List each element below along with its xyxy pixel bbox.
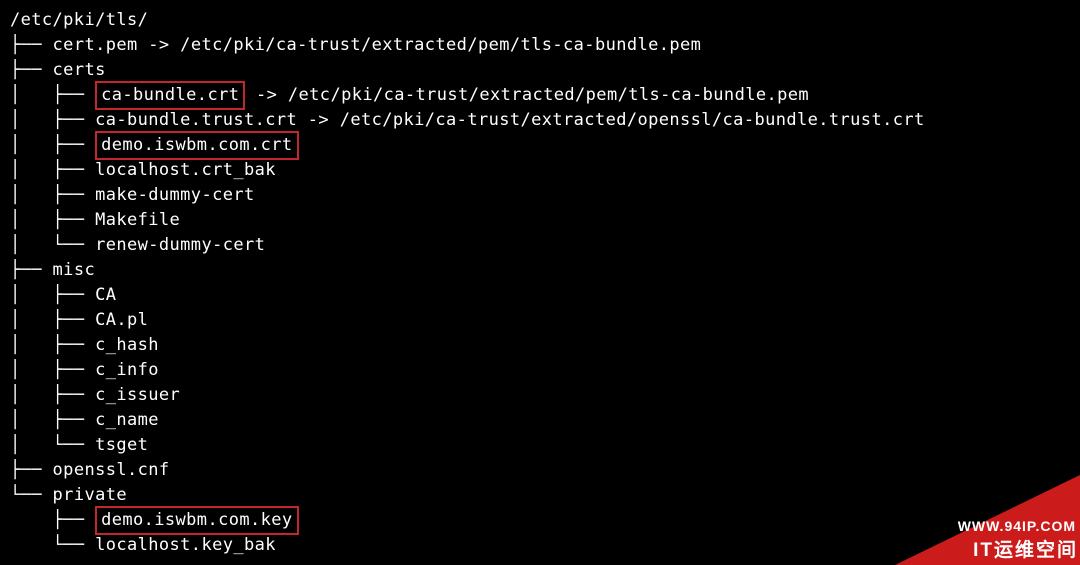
tree-line: ├── demo.iswbm.com.key <box>10 508 1080 533</box>
tree-prefix: │ ├── <box>10 335 95 355</box>
tree-filename: demo.iswbm.com.crt <box>95 131 298 160</box>
tree-line: │ ├── ca-bundle.crt -> /etc/pki/ca-trust… <box>10 83 1080 108</box>
tree-prefix: │ ├── <box>10 135 95 155</box>
tree-prefix: │ ├── <box>10 310 95 330</box>
tree-line: │ ├── make-dummy-cert <box>10 183 1080 208</box>
tree-line: │ ├── ca-bundle.trust.crt -> /etc/pki/ca… <box>10 108 1080 133</box>
tree-filename: misc <box>53 260 96 280</box>
tree-line: /etc/pki/tls/ <box>10 8 1080 33</box>
tree-line: ├── misc <box>10 258 1080 283</box>
tree-filename: c_info <box>95 360 159 380</box>
tree-filename: localhost.crt_bak <box>95 160 276 180</box>
tree-prefix: │ ├── <box>10 110 95 130</box>
tree-filename: openssl.cnf <box>53 460 170 480</box>
tree-filename: certs <box>53 60 106 80</box>
tree-line: │ ├── demo.iswbm.com.crt <box>10 133 1080 158</box>
tree-line: │ └── renew-dummy-cert <box>10 233 1080 258</box>
tree-prefix: │ ├── <box>10 185 95 205</box>
tree-filename: ca-bundle.trust.crt <box>95 110 297 130</box>
tree-line: │ ├── CA.pl <box>10 308 1080 333</box>
tree-prefix: │ └── <box>10 235 95 255</box>
tree-filename: CA <box>95 285 116 305</box>
tree-line: └── localhost.key_bak <box>10 533 1080 558</box>
tree-line: ├── openssl.cnf <box>10 458 1080 483</box>
tree-line: ├── cert.pem -> /etc/pki/ca-trust/extrac… <box>10 33 1080 58</box>
tree-line: │ ├── c_issuer <box>10 383 1080 408</box>
tree-prefix: │ ├── <box>10 410 95 430</box>
tree-prefix: ├── <box>10 460 53 480</box>
tree-line: │ └── tsget <box>10 433 1080 458</box>
tree-prefix: │ ├── <box>10 210 95 230</box>
tree-line: ├── certs <box>10 58 1080 83</box>
tree-prefix: ├── <box>10 510 95 530</box>
tree-prefix: └── <box>10 535 95 555</box>
tree-filename: localhost.key_bak <box>95 535 276 555</box>
tree-line: │ ├── CA <box>10 283 1080 308</box>
tree-prefix: │ ├── <box>10 160 95 180</box>
tree-filename: c_issuer <box>95 385 180 405</box>
tree-filename: tsget <box>95 435 148 455</box>
tree-prefix: ├── <box>10 35 53 55</box>
tree-filename: CA.pl <box>95 310 148 330</box>
tree-prefix: ├── <box>10 260 53 280</box>
tree-link-target: -> /etc/pki/ca-trust/extracted/openssl/c… <box>297 110 924 130</box>
tree-line: │ ├── Makefile <box>10 208 1080 233</box>
tree-line: │ ├── c_info <box>10 358 1080 383</box>
tree-filename: cert.pem <box>53 35 138 55</box>
tree-filename: Makefile <box>95 210 180 230</box>
tree-filename: make-dummy-cert <box>95 185 255 205</box>
tree-filename: c_name <box>95 410 159 430</box>
tree-filename: private <box>53 485 127 505</box>
tree-filename: /etc/pki/tls/ <box>10 10 148 30</box>
tree-filename: demo.iswbm.com.key <box>95 506 298 535</box>
tree-line: │ ├── localhost.crt_bak <box>10 158 1080 183</box>
tree-link-target: -> /etc/pki/ca-trust/extracted/pem/tls-c… <box>138 35 702 55</box>
tree-filename: renew-dummy-cert <box>95 235 265 255</box>
tree-prefix: └── <box>10 485 53 505</box>
tree-prefix: │ ├── <box>10 360 95 380</box>
tree-link-target: -> /etc/pki/ca-trust/extracted/pem/tls-c… <box>245 85 809 105</box>
tree-line: │ ├── c_hash <box>10 333 1080 358</box>
terminal-output: /etc/pki/tls/ ├── cert.pem -> /etc/pki/ca… <box>0 0 1080 558</box>
tree-filename: ca-bundle.crt <box>95 81 245 110</box>
tree-filename: c_hash <box>95 335 159 355</box>
tree-prefix: │ ├── <box>10 85 95 105</box>
tree-prefix: │ └── <box>10 435 95 455</box>
tree-prefix: │ ├── <box>10 285 95 305</box>
tree-line: └── private <box>10 483 1080 508</box>
tree-prefix: ├── <box>10 60 53 80</box>
tree-line: │ ├── c_name <box>10 408 1080 433</box>
tree-prefix: │ ├── <box>10 385 95 405</box>
